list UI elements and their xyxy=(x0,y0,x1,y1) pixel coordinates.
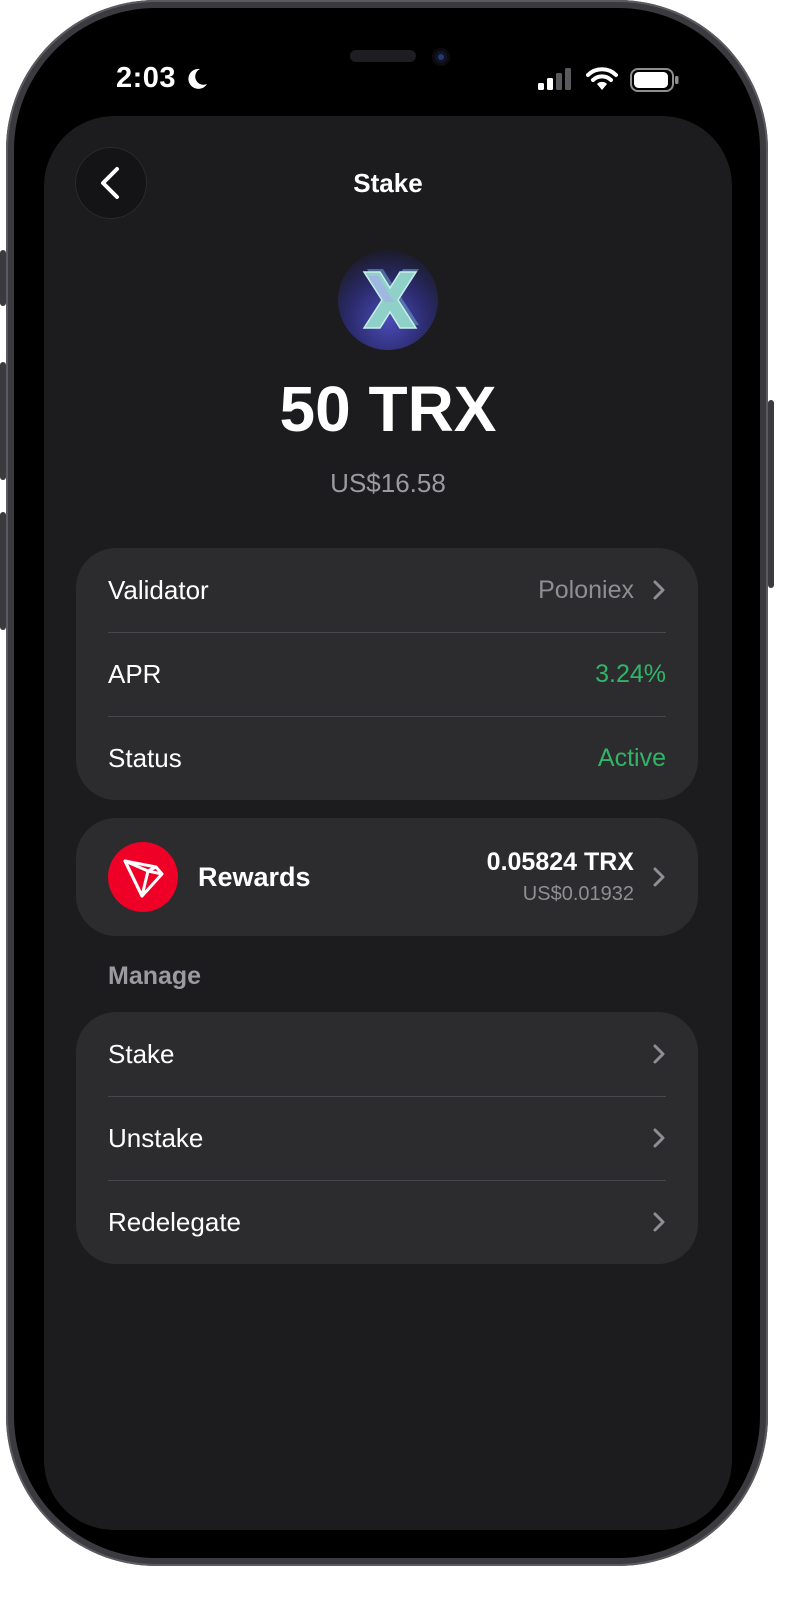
rewards-values: 0.05824 TRX US$0.01932 xyxy=(487,848,634,906)
stake-amount: 50 TRX xyxy=(279,373,497,445)
apr-row: APR 3.24% xyxy=(76,632,698,716)
manage-item-unstake[interactable]: Unstake xyxy=(76,1096,698,1180)
rewards-fiat: US$0.01932 xyxy=(522,883,634,905)
apr-label: APR xyxy=(108,658,162,689)
validator-row[interactable]: Validator Poloniex xyxy=(76,548,698,632)
rewards-row[interactable]: Rewards 0.05824 TRX US$0.01932 xyxy=(76,818,698,936)
manage-card: Stake Unstake Redelegate xyxy=(76,1012,698,1264)
page-title: Stake xyxy=(353,168,423,198)
rewards-card[interactable]: Rewards 0.05824 TRX US$0.01932 xyxy=(76,818,698,936)
action-button xyxy=(0,250,6,306)
signal-icon xyxy=(538,68,571,90)
wifi-icon xyxy=(586,67,618,90)
moon-icon xyxy=(188,68,207,89)
status-value: Active xyxy=(597,743,666,772)
app-screen: Stake 50 TRX US$16.58 Validator Poloniex… xyxy=(44,116,732,1530)
manage-item-label: Unstake xyxy=(108,1122,204,1153)
front-camera xyxy=(432,48,450,66)
details-card: Validator Poloniex APR 3.24% Status Acti… xyxy=(76,548,698,800)
tron-logo-icon xyxy=(108,842,178,912)
chevron-right-icon xyxy=(653,1044,665,1064)
validator-value: Poloniex xyxy=(538,575,634,604)
manage-section-title: Manage xyxy=(108,962,202,990)
earpiece-speaker xyxy=(350,50,416,62)
rewards-amount: 0.05824 TRX xyxy=(486,848,634,876)
validator-label: Validator xyxy=(108,574,209,605)
manage-item-stake[interactable]: Stake xyxy=(76,1012,698,1096)
chevron-right-icon xyxy=(653,867,665,887)
status-row: Status Active xyxy=(76,716,698,800)
status-time: 2:03 xyxy=(116,62,177,94)
apr-value: 3.24% xyxy=(595,659,666,688)
chevron-right-icon xyxy=(653,1212,665,1232)
battery-icon xyxy=(630,68,679,92)
power-button xyxy=(768,400,774,588)
manage-item-redelegate[interactable]: Redelegate xyxy=(76,1180,698,1264)
token-logo-icon xyxy=(338,250,438,350)
stake-fiat-value: US$16.58 xyxy=(330,468,446,498)
status-label: Status xyxy=(108,742,182,773)
rewards-label: Rewards xyxy=(198,861,311,892)
volume-down-button xyxy=(0,512,6,630)
manage-item-label: Redelegate xyxy=(108,1206,241,1237)
volume-up-button xyxy=(0,362,6,480)
manage-item-label: Stake xyxy=(108,1038,175,1069)
chevron-right-icon xyxy=(653,1128,665,1148)
chevron-right-icon xyxy=(653,580,665,600)
